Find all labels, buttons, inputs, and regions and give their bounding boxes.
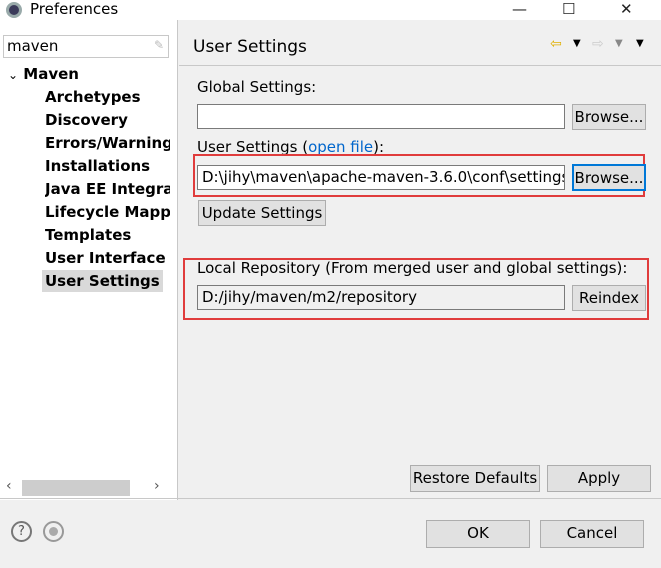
reindex-button[interactable]: Reindex	[572, 285, 646, 311]
tree-item[interactable]: Installations	[45, 157, 170, 175]
page-title: User Settings	[193, 37, 307, 57]
user-browse-button[interactable]: Browse...	[572, 164, 646, 191]
tree-item[interactable]: Archetypes	[45, 88, 170, 106]
local-repository-label: Local Repository (From merged user and g…	[197, 259, 628, 277]
chevron-down-icon[interactable]: ⌄	[8, 68, 18, 82]
clear-filter-icon[interactable]: ✎	[154, 38, 164, 52]
update-settings-button[interactable]: Update Settings	[198, 200, 326, 226]
tree-item-selected[interactable]: User Settings	[42, 270, 163, 292]
record-icon[interactable]	[43, 521, 64, 542]
close-button[interactable]: ✕	[620, 0, 633, 18]
global-browse-button[interactable]: Browse...	[572, 104, 646, 130]
filter-input[interactable]: maven ✎	[3, 35, 169, 58]
scroll-thumb[interactable]	[22, 480, 130, 496]
divider	[179, 65, 661, 66]
global-settings-label: Global Settings:	[197, 78, 317, 96]
restore-defaults-button[interactable]: Restore Defaults	[410, 465, 540, 492]
tree-item[interactable]: Discovery	[45, 111, 170, 129]
forward-icon[interactable]: ⇨	[592, 36, 604, 52]
tree-label: Maven	[23, 65, 79, 83]
divider	[0, 498, 661, 499]
back-icon[interactable]: ⇦	[550, 36, 562, 52]
eclipse-icon	[6, 2, 22, 18]
minimize-button[interactable]: —	[512, 0, 527, 18]
tree-item[interactable]: Lifecycle Mappir	[45, 203, 170, 221]
scroll-right-icon[interactable]: ›	[154, 478, 160, 494]
maximize-button[interactable]: ☐	[562, 0, 575, 18]
filter-value: maven	[7, 37, 59, 55]
ok-button[interactable]: OK	[426, 520, 530, 548]
window-title: Preferences	[30, 0, 119, 18]
tree-item[interactable]: Templates	[45, 226, 170, 244]
tree-item[interactable]: Errors/Warnings	[45, 134, 170, 152]
tree-item[interactable]: Java EE Integrati	[45, 180, 170, 198]
tree-item[interactable]: User Interface	[45, 249, 170, 267]
back-menu-icon[interactable]: ▼	[573, 38, 581, 49]
user-settings-input[interactable]: D:\jihy\maven\apache-maven-3.6.0\conf\se…	[197, 165, 565, 190]
view-menu-icon[interactable]: ▼	[636, 38, 644, 49]
apply-button[interactable]: Apply	[547, 465, 651, 492]
cancel-button[interactable]: Cancel	[540, 520, 644, 548]
local-repository-value: D:/jihy/maven/m2/repository	[197, 285, 565, 310]
help-icon[interactable]: ?	[11, 521, 32, 542]
forward-menu-icon[interactable]: ▼	[615, 38, 623, 49]
horizontal-scrollbar[interactable]: ‹ ›	[0, 478, 177, 498]
tree-item-maven[interactable]: ⌄ Maven	[8, 65, 79, 83]
global-settings-input[interactable]	[197, 104, 565, 129]
scroll-left-icon[interactable]: ‹	[6, 478, 12, 494]
